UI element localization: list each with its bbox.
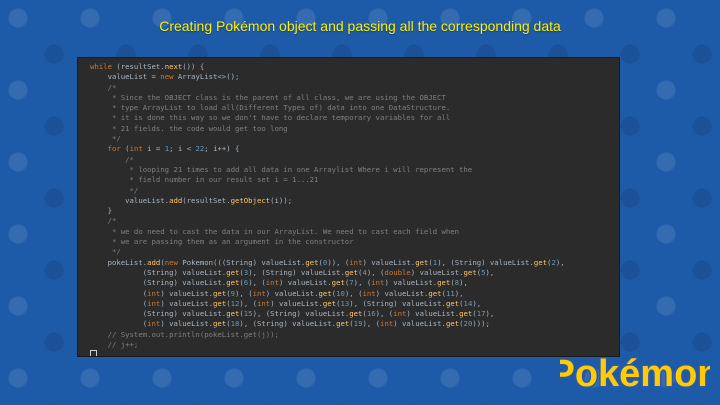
- cursor-line: [78, 350, 619, 356]
- code-line: * looping 21 times to add all data in on…: [90, 164, 473, 174]
- code-line: */: [90, 185, 139, 195]
- code-line: * field number in our result set i = 1..…: [90, 175, 319, 185]
- text-caret: [90, 350, 97, 356]
- code-line: */: [90, 134, 121, 144]
- code-line: // j++;: [90, 340, 139, 350]
- slide-title: Creating Pokémon object and passing all …: [159, 18, 561, 34]
- code-line: /*: [90, 82, 117, 92]
- code-line: (String) valueList.get(6), (int) valueLi…: [90, 278, 468, 288]
- code-line: * we are passing them as an argument in …: [90, 237, 354, 247]
- code-line: while (resultSet.next()) {: [90, 62, 205, 71]
- code-line: * 21 fields. the code would get too long: [90, 123, 288, 133]
- code-line: // System.out.println(pokeList.get(j));: [90, 329, 279, 339]
- code-line: (String) valueList.get(15), (String) val…: [90, 309, 495, 319]
- code-line: valueList = new ArrayList<>();: [90, 72, 240, 82]
- code-line: /*: [90, 216, 117, 226]
- code-line: }: [90, 206, 112, 216]
- code-line: * it is done this way so we don't have t…: [90, 113, 451, 123]
- pokemon-logo-icon: Pokémon: [548, 342, 720, 400]
- code-line: */: [90, 247, 121, 257]
- svg-text:Pokémon: Pokémon: [560, 353, 710, 395]
- code-line: (String) valueList.get(3), (String) valu…: [90, 267, 495, 277]
- code-line: pokeList.add(new Pokemon(((String) value…: [90, 257, 565, 267]
- code-block: while (resultSet.next()) { valueList = n…: [78, 58, 619, 356]
- code-editor[interactable]: while (resultSet.next()) { valueList = n…: [77, 57, 620, 357]
- code-line: valueList.add(resultSet.getObject(i));: [90, 195, 293, 205]
- code-line: * Since the OBJECT class is the parent o…: [90, 92, 446, 102]
- code-line: * we do need to cast the data in our Arr…: [90, 226, 460, 236]
- code-line: /*: [90, 154, 134, 164]
- code-line: (int) valueList.get(12), (int) valueList…: [90, 298, 482, 308]
- code-line: (int) valueList.get(18), (String) valueL…: [90, 319, 490, 329]
- code-line: * type ArrayList to load all(Different T…: [90, 103, 451, 113]
- code-line: for (int i = 1; i < 22; i++) {: [107, 144, 240, 154]
- code-line: (int) valueList.get(9), (int) valueList.…: [90, 288, 464, 298]
